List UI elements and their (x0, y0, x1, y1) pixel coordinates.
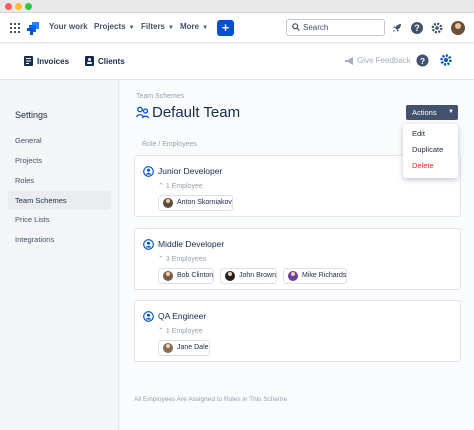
nav-more[interactable]: More ▼ (180, 22, 208, 31)
help-icon[interactable]: ? (410, 21, 424, 35)
sidebar-item-roles[interactable]: Roles (8, 171, 111, 190)
nav-your-work[interactable]: Your work (49, 22, 88, 31)
give-feedback-button[interactable]: Give Feedback (345, 56, 411, 65)
main-content: Team Schemes Default Team Actions ▼ Role… (120, 80, 474, 430)
nav-filters[interactable]: Filters ▼ (141, 22, 174, 31)
chevron-down-icon: ▼ (202, 25, 209, 31)
role-card: QA Engineer ⌃ 1 Employee Jane Dale (134, 300, 461, 362)
page-title: Default Team (152, 104, 241, 121)
apps-grid-icon[interactable] (10, 23, 20, 33)
employee-count-toggle[interactable]: ⌃ 1 Employee (158, 327, 203, 335)
nav-your-work-label: Your work (49, 22, 88, 31)
megaphone-icon (345, 56, 353, 65)
svg-text:?: ? (420, 56, 425, 66)
role-card: Middle Developer ⌃ 3 Employees Bob Clint… (134, 228, 461, 290)
clients-link[interactable]: Clients (85, 56, 125, 66)
employee-count: 1 Employee (165, 183, 203, 190)
employee-name: Bob Clinton (177, 272, 214, 279)
employee-count-toggle[interactable]: ⌃ 3 Employees (158, 255, 206, 263)
gear-icon[interactable] (430, 21, 444, 35)
employee-chip[interactable]: John Brown (220, 268, 277, 284)
nav-projects[interactable]: Projects ▼ (94, 22, 135, 31)
search-box[interactable] (286, 19, 385, 36)
invoice-icon (24, 56, 33, 66)
person-circle-icon (143, 239, 154, 250)
actions-dropdown-menu: Edit Duplicate Delete (403, 124, 458, 178)
menu-item-delete[interactable]: Delete (412, 161, 434, 170)
window-titlebar (0, 0, 474, 13)
person-circle-icon (143, 311, 154, 322)
create-button[interactable]: + (217, 20, 234, 36)
employee-count-toggle[interactable]: ⌃ 1 Employee (158, 182, 203, 190)
chevron-down-icon: ▼ (128, 25, 135, 31)
team-icon (136, 106, 149, 119)
settings-gear-icon[interactable] (439, 53, 453, 67)
role-name: Junior Developer (158, 166, 223, 176)
sidebar-title: Settings (15, 110, 48, 120)
employee-chip[interactable]: Mike Richards (283, 268, 348, 284)
avatar (163, 271, 173, 281)
sidebar-item-integrations[interactable]: Integrations (8, 230, 111, 249)
column-header: Role / Employees (142, 141, 197, 148)
minimize-window-button[interactable] (15, 3, 22, 10)
settings-sidebar: Settings General Projects Roles Team Sch… (0, 80, 119, 430)
actions-label: Actions (412, 108, 437, 117)
search-icon (292, 23, 300, 31)
chevron-down-icon: ▼ (168, 25, 174, 31)
employee-count: 1 Employee (165, 328, 203, 335)
employee-chip[interactable]: Bob Clinton (158, 268, 215, 284)
employee-count: 3 Employees (165, 256, 207, 263)
help-icon[interactable]: ? (416, 54, 429, 67)
top-navigation: Your work Projects▼ Filters▼ More▼ + ? (0, 13, 474, 43)
employee-chip[interactable]: Jane Dale (158, 340, 210, 356)
sidebar-item-team-schemes[interactable]: Team Schemes (8, 191, 111, 210)
employee-name: Jane Dale (177, 344, 209, 351)
chevron-up-icon: ⌃ (158, 256, 164, 263)
chevron-up-icon: ⌃ (158, 328, 164, 335)
nav-filters-label: Filters (141, 22, 166, 31)
actions-button[interactable]: Actions ▼ (406, 105, 458, 120)
avatar (225, 271, 235, 281)
close-window-button[interactable] (5, 3, 12, 10)
employee-chip[interactable]: Anton Skorniakov (158, 195, 233, 211)
invoices-label: Invoices (37, 56, 70, 66)
employee-name: John Brown (239, 272, 276, 279)
role-name: Middle Developer (158, 239, 225, 249)
nav-projects-label: Projects (94, 22, 126, 31)
sidebar-item-projects[interactable]: Projects (8, 151, 111, 170)
nav-more-label: More (180, 22, 200, 31)
role-name: QA Engineer (158, 311, 207, 321)
svg-text:?: ? (414, 23, 420, 33)
avatar (288, 271, 298, 281)
search-input[interactable] (303, 22, 381, 33)
clients-icon (85, 56, 94, 66)
employee-name: Mike Richards (302, 272, 347, 279)
avatar[interactable] (451, 21, 465, 35)
sub-navigation: Invoices Clients Give Feedback ? (0, 44, 474, 80)
menu-item-duplicate[interactable]: Duplicate (412, 145, 443, 154)
avatar (163, 343, 173, 353)
breadcrumb[interactable]: Team Schemes (136, 93, 184, 100)
invoices-link[interactable]: Invoices (24, 56, 69, 66)
clients-label: Clients (98, 56, 125, 66)
rocket-icon[interactable] (390, 21, 404, 35)
employee-name: Anton Skorniakov (177, 199, 232, 206)
avatar (163, 198, 173, 208)
sidebar-item-general[interactable]: General (8, 131, 111, 150)
sidebar-item-price-lists[interactable]: Price Lists (8, 210, 111, 229)
chevron-down-icon: ▼ (448, 109, 454, 115)
menu-item-edit[interactable]: Edit (412, 129, 425, 138)
maximize-window-button[interactable] (25, 3, 32, 10)
jira-logo-icon[interactable] (27, 21, 40, 35)
give-feedback-label: Give Feedback (357, 56, 411, 65)
person-circle-icon (143, 166, 154, 177)
chevron-up-icon: ⌃ (158, 183, 164, 190)
assignment-status-note: All Employees Are Assigned to Roles in T… (134, 396, 288, 403)
